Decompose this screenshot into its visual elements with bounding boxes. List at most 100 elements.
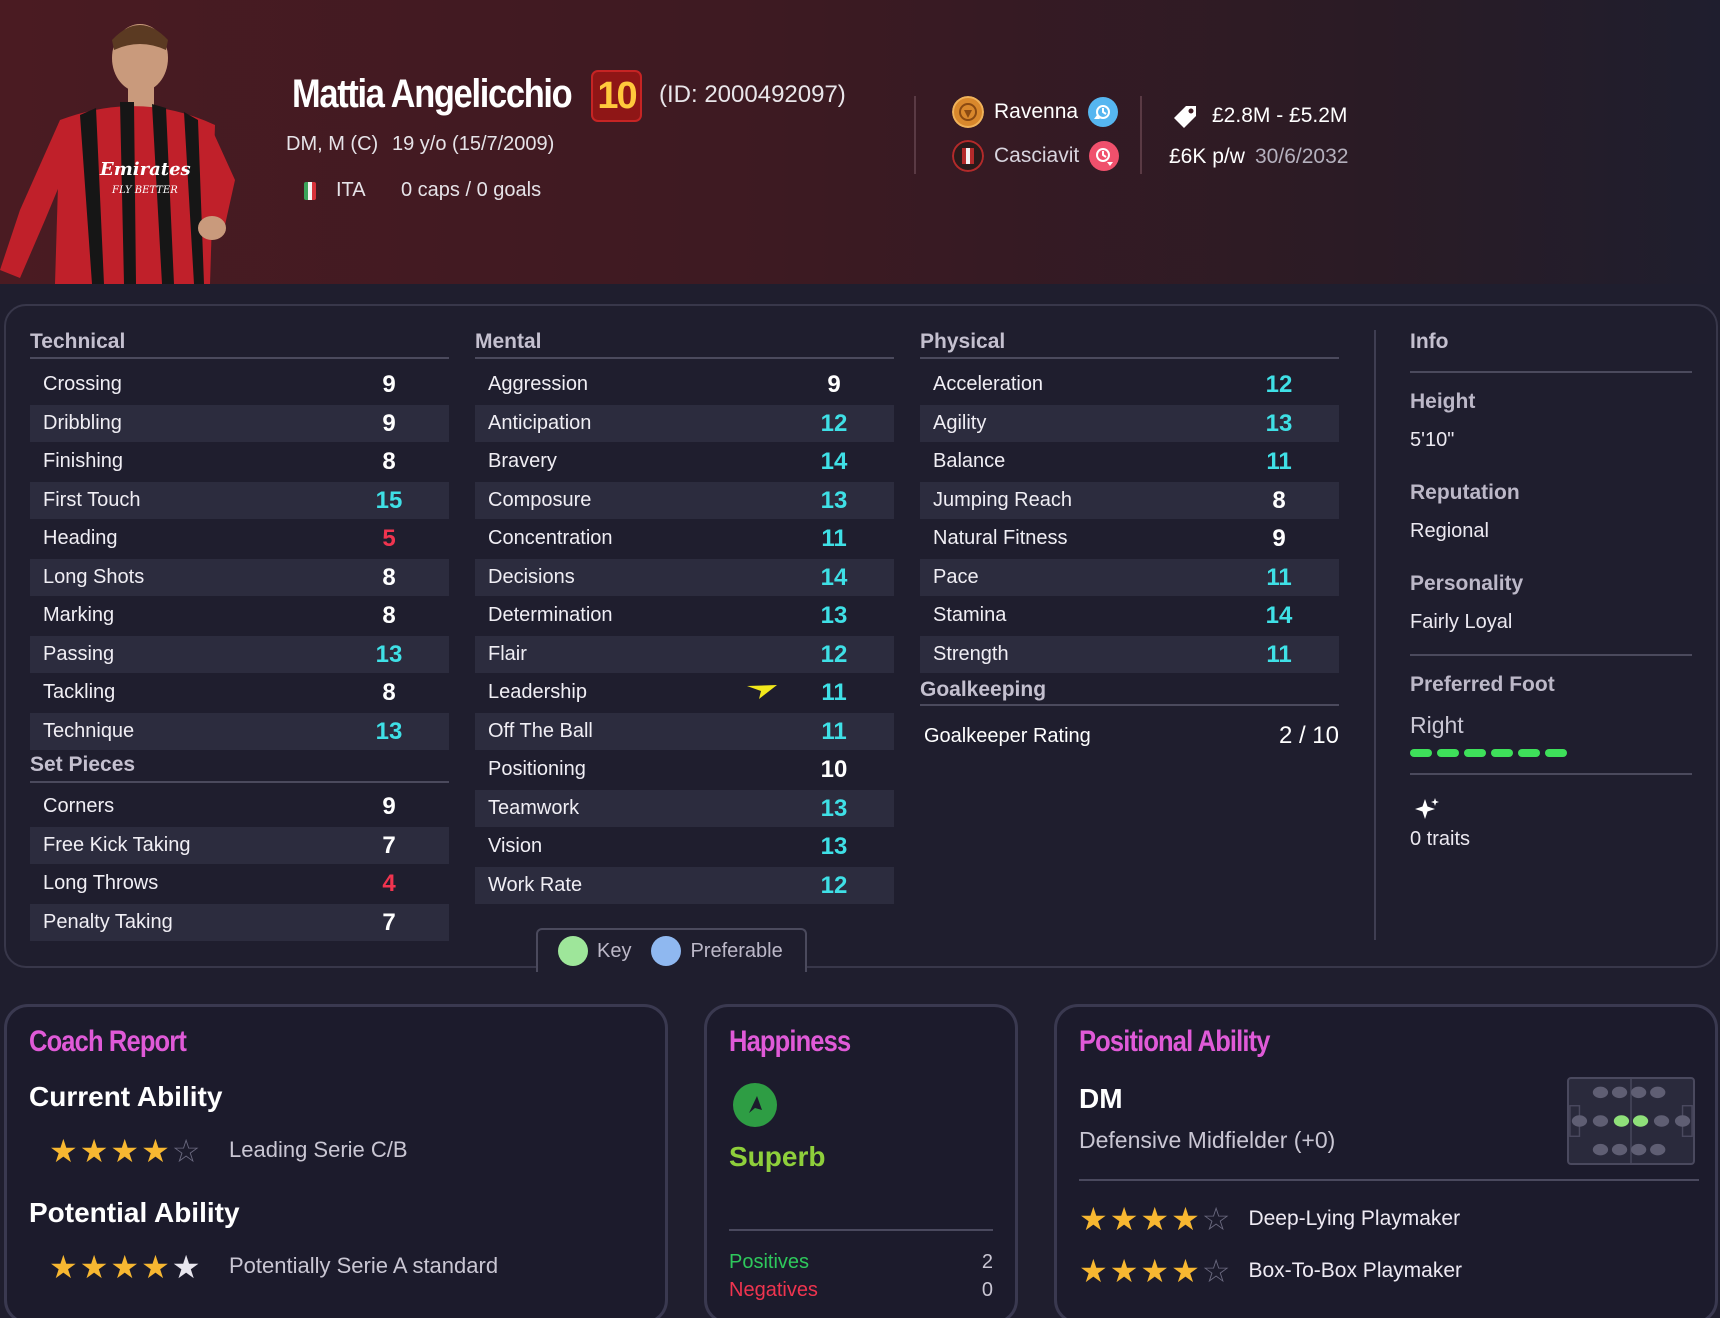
attr-row-concentration[interactable]: Concentration 11	[475, 520, 894, 557]
attr-row-technique[interactable]: Technique 13	[30, 712, 449, 750]
parent-club-row[interactable]: Casciavit	[952, 140, 1120, 172]
attr-value: 11	[821, 679, 847, 706]
shirt-number-badge: 10	[591, 70, 642, 122]
star-filled-icon: ★	[1079, 1253, 1108, 1289]
price-tag-icon	[1174, 106, 1196, 128]
negatives-label: Negatives	[729, 1279, 818, 1301]
nationality[interactable]: ITA	[336, 179, 366, 202]
potential-ability-stars: ★ ★ ★ ★ ★	[49, 1251, 200, 1283]
star-empty-icon: ☆	[1201, 1201, 1231, 1237]
goalkeeper-rating-label: Goalkeeper Rating	[924, 724, 1091, 747]
attr-label: Acceleration	[933, 373, 1044, 395]
attr-label: Leadership	[488, 681, 587, 703]
attr-row-first-touch[interactable]: First Touch 15	[30, 481, 449, 519]
height-value: 5'10"	[1410, 429, 1455, 451]
positives-row: Positives 2	[729, 1251, 993, 1274]
attr-label: Tackling	[43, 681, 116, 703]
attr-label: Strength	[933, 642, 1009, 665]
attr-row-passing[interactable]: Passing 13	[30, 635, 449, 673]
attr-row-heading[interactable]: Heading 5	[30, 520, 449, 557]
attr-value: 10	[820, 756, 848, 783]
attr-row-dribbling[interactable]: Dribbling 9	[30, 404, 449, 442]
attr-row-bravery[interactable]: Bravery 14	[475, 443, 894, 480]
attr-label: Free Kick Taking	[43, 833, 191, 856]
attr-row-stamina[interactable]: Stamina 14	[920, 597, 1339, 634]
attr-value: 13	[375, 640, 403, 668]
attr-row-flair[interactable]: Flair 12	[475, 635, 894, 673]
attr-row-finishing[interactable]: Finishing 8	[30, 443, 449, 480]
attr-row-leadership[interactable]: Leadership 11	[475, 674, 894, 711]
personality-label: Personality	[1410, 572, 1524, 595]
attr-label: Balance	[933, 450, 1006, 472]
goalkeeper-rating-row[interactable]: Goalkeeper Rating 2 / 10	[920, 716, 1339, 756]
happiness-card[interactable]: Happiness Superb Positives 2 Negatives 0	[704, 1004, 1018, 1318]
attr-row-acceleration[interactable]: Acceleration 12	[920, 366, 1339, 403]
attr-row-vision[interactable]: Vision 13	[475, 828, 894, 865]
star-filled-icon: ★	[110, 1133, 140, 1169]
set-pieces-underline	[30, 781, 449, 783]
casciavit-badge-icon	[952, 140, 984, 172]
star-empty-icon: ☆	[1201, 1253, 1231, 1289]
attr-row-jumping-reach[interactable]: Jumping Reach 8	[920, 481, 1339, 519]
attr-label: Bravery	[488, 450, 557, 472]
attr-row-decisions[interactable]: Decisions 14	[475, 558, 894, 596]
personality-value[interactable]: Fairly Loyal	[1410, 611, 1512, 634]
traits-count[interactable]: 0 traits	[1410, 828, 1470, 851]
info-title: Info	[1410, 330, 1449, 353]
attr-row-penalty-taking[interactable]: Penalty Taking 7	[30, 903, 449, 941]
attr-row-work-rate[interactable]: Work Rate 12	[475, 866, 894, 904]
mental-underline	[475, 357, 894, 359]
attr-row-natural-fitness[interactable]: Natural Fitness 9	[920, 520, 1339, 557]
attr-row-long-throws[interactable]: Long Throws 4	[30, 865, 449, 902]
role-row-1[interactable]: ★ ★ ★ ★ ☆ Deep-Lying Playmaker	[1079, 1203, 1460, 1235]
attr-row-anticipation[interactable]: Anticipation 12	[475, 404, 894, 442]
attr-row-corners[interactable]: Corners 9	[30, 788, 449, 825]
positional-ability-title: Positional Ability	[1079, 1025, 1270, 1058]
attr-row-agility[interactable]: Agility 13	[920, 404, 1339, 442]
role-row-2[interactable]: ★ ★ ★ ★ ☆ Box-To-Box Playmaker	[1079, 1255, 1462, 1287]
attr-row-off-the-ball[interactable]: Off The Ball 11	[475, 712, 894, 750]
attr-row-positioning[interactable]: Positioning 10	[475, 751, 894, 788]
info-separator-1	[1410, 654, 1692, 656]
attr-value: 8	[382, 448, 396, 475]
star-filled-icon: ★	[141, 1249, 170, 1285]
goalkeeper-rating-value: 2 / 10	[1278, 722, 1339, 749]
preferred-foot-label: Preferred Foot	[1410, 673, 1555, 696]
trend-arrow-icon	[747, 685, 777, 699]
set-pieces-title: Set Pieces	[30, 753, 136, 776]
pitch-position-map[interactable]	[1567, 1077, 1695, 1165]
attr-label: Teamwork	[488, 796, 580, 819]
star-filled-icon: ★	[49, 1249, 78, 1285]
attr-row-determination[interactable]: Determination 13	[475, 597, 894, 634]
attr-value: 13	[1265, 409, 1293, 437]
info-divider	[1374, 330, 1376, 940]
positional-ability-card: Positional Ability DM Defensive Midfield…	[1054, 1004, 1718, 1318]
attr-row-pace[interactable]: Pace 11	[920, 558, 1339, 596]
legend-preferable-label[interactable]: Preferable	[690, 940, 782, 963]
preferable-dot-icon	[651, 936, 682, 966]
attr-row-strength[interactable]: Strength 11	[920, 635, 1339, 673]
attr-value: 11	[821, 525, 847, 552]
attr-row-composure[interactable]: Composure 13	[475, 481, 894, 519]
attr-row-teamwork[interactable]: Teamwork 13	[475, 789, 894, 827]
attribute-legend: Key Preferable	[536, 928, 807, 972]
loan-club-name[interactable]: Ravenna	[994, 100, 1078, 124]
attr-value: 7	[382, 908, 396, 936]
key-dot-icon	[558, 936, 588, 966]
legend-key-label[interactable]: Key	[597, 940, 631, 963]
ravenna-badge-icon	[952, 96, 984, 128]
attr-row-tackling[interactable]: Tackling 8	[30, 674, 449, 711]
attr-row-aggression[interactable]: Aggression 9	[475, 366, 894, 403]
attr-row-marking[interactable]: Marking 8	[30, 597, 449, 634]
attr-row-free-kick-taking[interactable]: Free Kick Taking 7	[30, 826, 449, 864]
attr-row-long-shots[interactable]: Long Shots 8	[30, 558, 449, 596]
attr-value: 14	[820, 448, 848, 475]
attr-row-crossing[interactable]: Crossing 9	[30, 366, 449, 403]
attr-label: Pace	[933, 565, 979, 588]
attr-label: Jumping Reach	[933, 488, 1072, 511]
loan-club-row[interactable]: Ravenna	[952, 96, 1119, 128]
parent-club-name[interactable]: Casciavit	[994, 144, 1079, 168]
attr-value: 9	[827, 371, 841, 398]
player-age: 19 y/o (15/7/2009)	[392, 133, 555, 155]
attr-row-balance[interactable]: Balance 11	[920, 443, 1339, 480]
